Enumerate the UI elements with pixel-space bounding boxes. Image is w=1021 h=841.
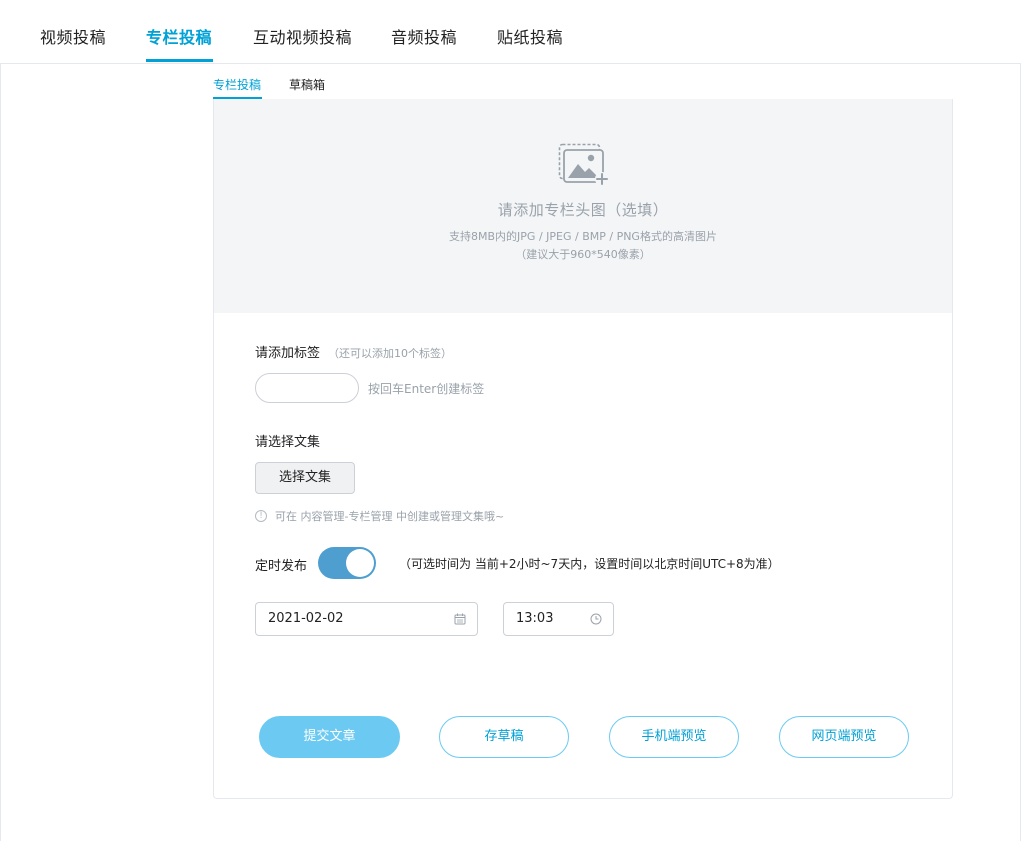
cover-format-hint: 支持8MB内的JPG / JPEG / BMP / PNG格式的高清图片 (449, 230, 717, 243)
tag-input-hint: 按回车Enter创建标签 (368, 382, 485, 396)
info-icon: ! (255, 510, 267, 522)
cover-upload-area[interactable]: 请添加专栏头图（选填） 支持8MB内的JPG / JPEG / BMP / PN… (214, 99, 952, 313)
page: 视频投稿 专栏投稿 互动视频投稿 音频投稿 贴纸投稿 专栏投稿 草稿箱 请添加专… (0, 0, 1021, 841)
tab-interactive-video-upload[interactable]: 互动视频投稿 (253, 24, 352, 48)
time-picker-input[interactable]: 13:03 (503, 602, 614, 636)
collection-info-text: 可在 内容管理-专栏管理 中创建或管理文集哦~ (275, 510, 505, 523)
toggle-knob (346, 549, 374, 577)
time-value: 13:03 (516, 611, 554, 626)
schedule-hint: （可选时间为 当前+2小时~7天内，设置时间以北京时间UTC+8为准） (399, 557, 780, 571)
web-preview-button[interactable]: 网页端预览 (779, 716, 909, 758)
active-tab-indicator (146, 59, 213, 62)
cover-size-hint: （建议大于960*540像素） (515, 248, 651, 261)
schedule-toggle[interactable] (318, 547, 376, 579)
date-picker-input[interactable]: 2021-02-02 (255, 602, 478, 636)
submit-article-button[interactable]: 提交文章 (259, 716, 400, 758)
tags-remaining-hint: （还可以添加10个标签） (328, 347, 453, 360)
subtab-column-upload[interactable]: 专栏投稿 (213, 76, 261, 93)
tab-sticker-upload[interactable]: 贴纸投稿 (497, 24, 563, 48)
tags-label-row: 请添加标签 （还可以添加10个标签） (255, 342, 452, 361)
schedule-label: 定时发布 (255, 559, 308, 574)
top-tab-bar: 视频投稿 专栏投稿 互动视频投稿 音频投稿 贴纸投稿 (0, 0, 1021, 64)
tab-column-upload[interactable]: 专栏投稿 (146, 24, 212, 48)
select-collection-button[interactable]: 选择文集 (255, 462, 355, 494)
cover-title: 请添加专栏头图（选填） (497, 201, 669, 219)
calendar-icon (454, 613, 466, 625)
save-draft-button[interactable]: 存草稿 (439, 716, 569, 758)
tag-input[interactable] (255, 373, 359, 403)
add-image-icon (558, 143, 609, 186)
tags-label: 请添加标签 (255, 346, 321, 361)
subtab-drafts[interactable]: 草稿箱 (289, 76, 325, 93)
collection-label: 请选择文集 (255, 435, 321, 450)
clock-icon (590, 613, 602, 625)
date-value: 2021-02-02 (268, 611, 344, 626)
mobile-preview-button[interactable]: 手机端预览 (609, 716, 739, 758)
left-border (0, 64, 1, 841)
tab-audio-upload[interactable]: 音频投稿 (391, 24, 457, 48)
collection-info: ! 可在 内容管理-专栏管理 中创建或管理文集哦~ (255, 508, 504, 524)
editor-panel: 请添加专栏头图（选填） 支持8MB内的JPG / JPEG / BMP / PN… (213, 99, 953, 799)
tab-video-upload[interactable]: 视频投稿 (40, 24, 106, 48)
